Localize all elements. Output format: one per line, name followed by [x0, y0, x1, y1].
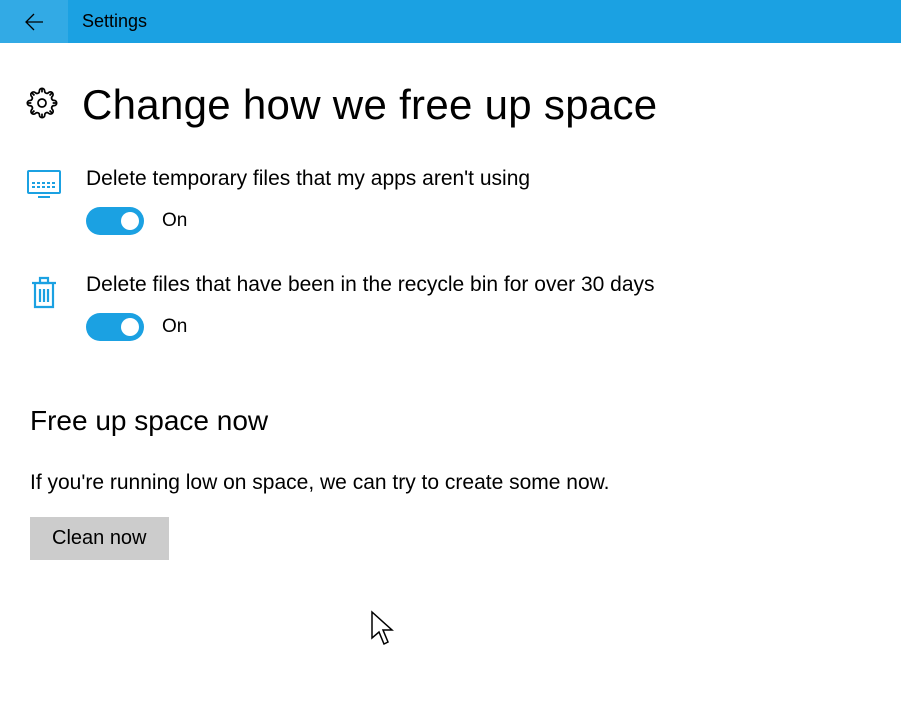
setting-temp-files-label: Delete temporary files that my apps aren… — [86, 167, 901, 191]
content-area: Change how we free up space Delete tempo… — [0, 43, 901, 560]
free-up-description: If you're running low on space, we can t… — [0, 437, 901, 495]
toggle-recycle-bin-state: On — [162, 316, 187, 338]
toggle-temp-files-state: On — [162, 210, 187, 232]
gear-icon — [26, 87, 58, 124]
clean-now-button[interactable]: Clean now — [30, 517, 169, 560]
app-name: Settings — [68, 11, 147, 32]
page-title: Change how we free up space — [82, 81, 657, 129]
trash-icon — [26, 273, 62, 311]
title-bar: Settings — [0, 0, 901, 43]
setting-recycle-bin: Delete files that have been in the recyc… — [0, 235, 901, 341]
toggle-recycle-bin[interactable] — [86, 313, 144, 341]
monitor-icon — [26, 167, 62, 199]
setting-temp-files: Delete temporary files that my apps aren… — [0, 129, 901, 235]
free-up-heading: Free up space now — [0, 341, 901, 437]
toggle-temp-files[interactable] — [86, 207, 144, 235]
back-button[interactable] — [0, 0, 68, 43]
setting-recycle-bin-label: Delete files that have been in the recyc… — [86, 273, 901, 297]
back-arrow-icon — [23, 11, 45, 33]
page-header: Change how we free up space — [0, 43, 901, 129]
cursor-icon — [370, 610, 398, 648]
